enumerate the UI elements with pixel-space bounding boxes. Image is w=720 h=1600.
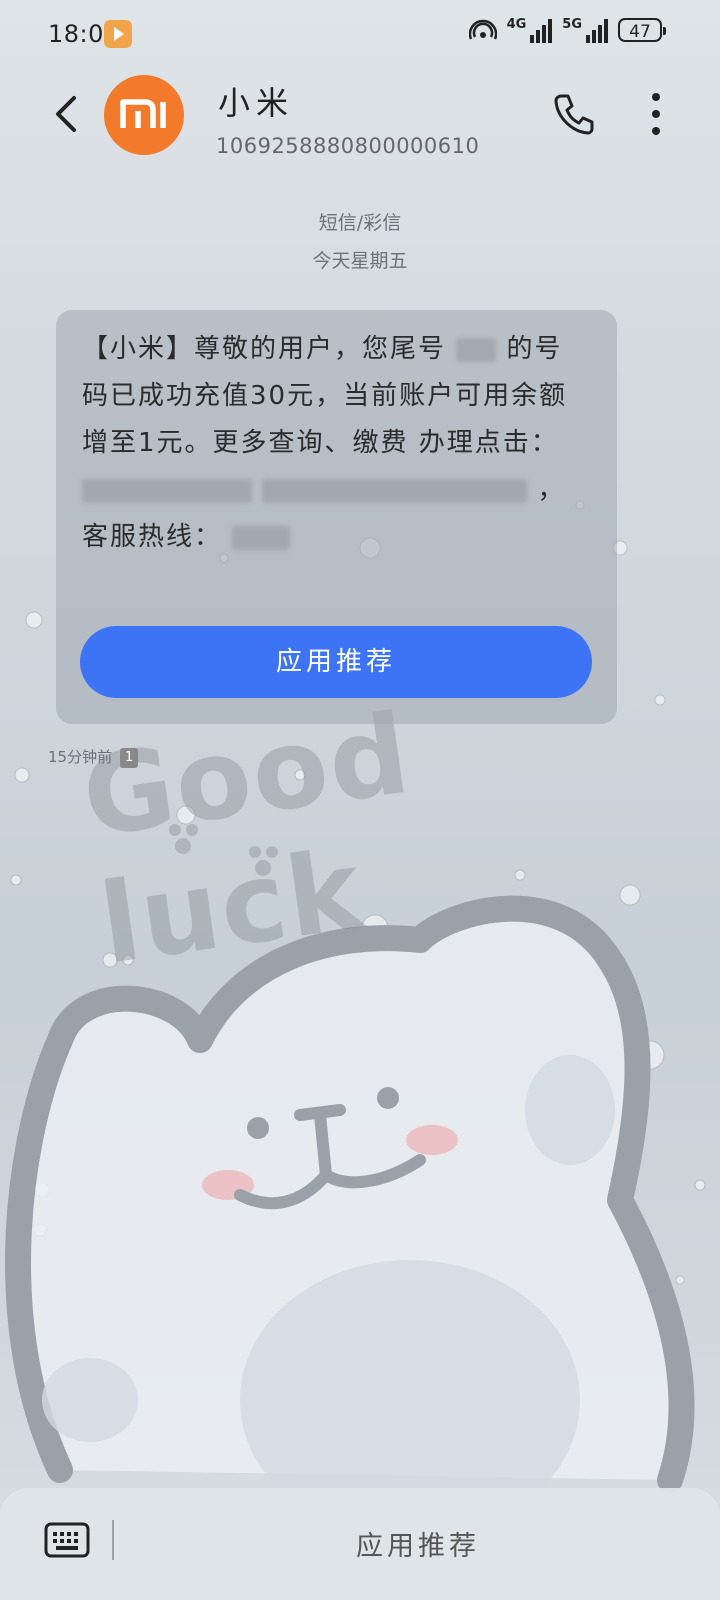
back-arrow-icon[interactable] [48,94,88,134]
message-type-label: 短信/彩信 [318,212,402,234]
bottom-input-bar: 应用推荐 [0,1488,720,1600]
status-bar: 18:04 4G 5G 47 [0,0,720,70]
bottom-app-recommend-button[interactable]: 应用推荐 [0,1524,720,1563]
redacted-link-part2[interactable] [262,478,528,503]
signal-4g-icon: 4G [507,17,553,43]
redacted-tail-number [456,337,497,362]
contact-name: 小米 [218,84,295,122]
battery-level: 47 [629,22,651,42]
status-icons: 4G 5G 47 [468,17,666,43]
message-text: 【小米】尊敬的用户，您尾号 的号码已成功充值30元，当前账户可用余额增至1元。更… [82,326,582,561]
message-bubble[interactable]: 【小米】尊敬的用户，您尾号 的号码已成功充值30元，当前账户可用余额增至1元。更… [56,310,617,724]
phone-call-icon[interactable] [552,92,596,136]
signal-5g-icon: 5G [562,17,608,43]
hotspot-icon [468,19,497,40]
battery-icon: 47 [618,18,666,42]
conversation-header: 小米 1069258880800000610 [0,70,720,190]
app-recommend-button[interactable]: 应用推荐 [80,626,592,698]
redacted-link-part1[interactable] [82,478,252,503]
message-date-label: 今天星期五 [312,250,408,272]
message-text-part1: 【小米】尊敬的用户，您尾号 [82,334,447,364]
xiaomi-logo-icon [120,99,166,128]
contact-number: 1069258880800000610 [216,134,480,158]
video-app-notification-icon [104,20,132,48]
contact-avatar[interactable] [104,75,184,155]
sim-card-badge: 1 [120,747,139,768]
more-options-icon[interactable] [648,92,664,136]
redacted-hotline[interactable] [232,525,291,550]
message-timestamp-row: 15分钟前 1 [48,746,139,768]
message-time: 15分钟前 [48,748,113,766]
